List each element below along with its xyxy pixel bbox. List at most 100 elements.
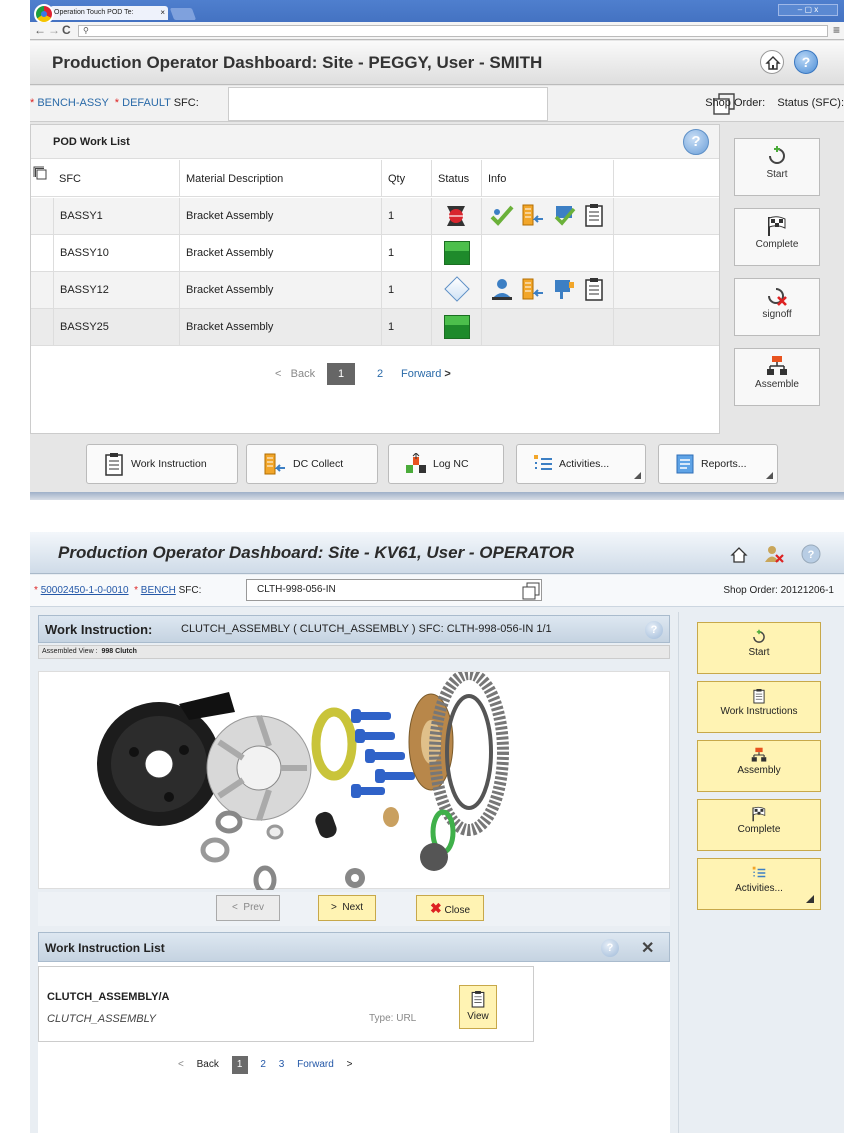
start-button[interactable]: Start	[697, 622, 821, 674]
pager-back-label: Back	[290, 368, 316, 380]
pager-page-2[interactable]: 2	[260, 1059, 266, 1070]
cell-material: Bracket Assembly	[179, 272, 381, 309]
chevron-right-icon: >	[444, 368, 451, 380]
table-header-row: SFC Material Description Qty Status Info	[31, 160, 719, 197]
pager-page-1[interactable]: 1	[327, 363, 355, 385]
close-icon[interactable]: ✕	[641, 938, 654, 958]
table-row[interactable]: BASSY12 Bracket Assembly 1	[31, 272, 719, 309]
assemble-button[interactable]: Assemble	[734, 348, 820, 406]
expand-icon[interactable]	[522, 582, 540, 600]
signoff-icon	[768, 288, 787, 306]
prev-label: Prev	[243, 902, 264, 913]
address-bar[interactable]: ⚲	[78, 25, 828, 37]
complete-label: Complete	[755, 239, 799, 250]
sfc-bar: * BENCH-ASSY * DEFAULT SFC: Shop Order: …	[30, 86, 844, 122]
tab-close-icon[interactable]: ×	[160, 6, 165, 20]
start-button[interactable]: Start	[734, 138, 820, 196]
column-header-qty[interactable]: Qty	[381, 160, 431, 197]
work-instruction-name: CLUTCH_ASSEMBLY/A	[47, 991, 170, 1003]
resource-link[interactable]: BENCH	[141, 585, 176, 596]
work-instruction-list-help-button[interactable]: ?	[601, 939, 619, 957]
activities-button[interactable]: Activities...	[516, 444, 646, 484]
work-instruction-description: CLUTCH_ASSEMBLY ( CLUTCH_ASSEMBLY ) SFC:…	[181, 623, 552, 635]
clipboard-icon	[585, 278, 603, 301]
operation-link[interactable]: BENCH-ASSY	[37, 97, 108, 109]
window-controls[interactable]: – ▢ x	[778, 4, 838, 16]
view-button[interactable]: View	[459, 985, 497, 1029]
list-item[interactable]: CLUTCH_ASSEMBLY/A CLUTCH_ASSEMBLY Type: …	[38, 966, 534, 1042]
complete-button[interactable]: Complete	[697, 799, 821, 851]
signoff-label: signoff	[762, 309, 792, 320]
cell-info	[481, 272, 613, 309]
pager-page-2[interactable]: 2	[377, 363, 383, 385]
logout-icon[interactable]	[764, 544, 785, 564]
browser-tab[interactable]: Operation Touch POD Te: ×	[50, 6, 168, 20]
checkered-flag-icon	[752, 806, 766, 822]
pager-page-1[interactable]: 1	[231, 1056, 248, 1074]
column-header-sfc[interactable]: SFC	[53, 160, 179, 197]
work-list-pager: < Back 1 2 Forward >	[31, 341, 719, 401]
reload-icon[interactable]: C	[62, 23, 71, 37]
start-label: Start	[748, 647, 770, 658]
dc-collect-icon	[264, 453, 285, 475]
cell-info	[481, 198, 613, 235]
pager-forward[interactable]: Forward >	[401, 363, 451, 385]
assembled-view-value: 998 Clutch	[101, 648, 137, 655]
select-all-icon[interactable]	[33, 166, 47, 180]
cell-sfc: BASSY10	[53, 235, 179, 272]
operation-link[interactable]: 50002450-1-0-0010	[41, 585, 129, 596]
column-header-info[interactable]: Info	[481, 160, 613, 197]
resource-link[interactable]: DEFAULT	[122, 97, 171, 109]
view-label: View	[467, 1011, 489, 1022]
help-button[interactable]: ?	[794, 50, 818, 74]
forward-arrow-icon[interactable]: →	[48, 23, 60, 37]
work-instructions-button[interactable]: Work Instructions	[697, 681, 821, 733]
table-row[interactable]: BASSY10 Bracket Assembly 1	[31, 235, 719, 272]
search-icon: ⚲	[83, 26, 89, 35]
complete-button[interactable]: Complete	[734, 208, 820, 266]
work-instructions-label: Work Instructions	[720, 706, 798, 717]
sfc-input[interactable]: CLTH-998-056-IN	[246, 579, 542, 601]
back-arrow-icon[interactable]: ←	[34, 23, 46, 37]
pager-back[interactable]: Back	[197, 1059, 219, 1070]
chevron-right-icon[interactable]: >	[347, 1059, 353, 1070]
log-nc-icon	[406, 452, 426, 474]
assembled-view-label: Assembled View :	[42, 648, 98, 655]
log-nc-button[interactable]: Log NC	[388, 444, 504, 484]
work-instruction-button[interactable]: Work Instruction	[86, 444, 238, 484]
home-button[interactable]	[760, 50, 784, 74]
help-icon[interactable]: ?	[801, 544, 821, 564]
home-icon[interactable]	[730, 546, 748, 564]
prev-button[interactable]: < Prev	[216, 895, 280, 921]
pager-forward[interactable]: Forward	[297, 1059, 334, 1070]
activities-label: Activities...	[735, 883, 783, 894]
pager-page-3[interactable]: 3	[279, 1059, 285, 1070]
menu-icon[interactable]: ≡	[833, 23, 840, 37]
work-list-help-button[interactable]: ?	[683, 129, 709, 155]
table-row[interactable]: BASSY1 Bracket Assembly 1	[31, 198, 719, 235]
chevron-left-icon[interactable]: <	[178, 1059, 184, 1070]
assembled-view-bar: Assembled View :998 Clutch	[38, 645, 670, 659]
pager-forward-label: Forward	[401, 368, 442, 380]
work-instruction-help-button[interactable]: ?	[645, 621, 663, 639]
dc-collect-button[interactable]: DC Collect	[246, 444, 378, 484]
work-instruction-label: Work Instruction	[131, 458, 207, 470]
reports-button[interactable]: Reports...	[658, 444, 778, 484]
image-navigation: < Prev > Next ✖ Close	[38, 892, 670, 926]
column-header-status[interactable]: Status	[431, 160, 481, 197]
pod-footer: Work Instruction DC Collect Log NC Activ…	[30, 436, 844, 492]
assembly-button[interactable]: Assembly	[697, 740, 821, 792]
close-button[interactable]: ✖ Close	[416, 895, 484, 921]
cell-status	[431, 272, 481, 309]
sfc-input[interactable]	[228, 87, 735, 121]
top-screenshot: Operation Touch POD Te: × – ▢ x ← → C ⚲ …	[30, 0, 844, 500]
pager-back[interactable]: < Back	[275, 363, 315, 385]
signoff-button[interactable]: signoff	[734, 278, 820, 336]
os-taskbar	[30, 492, 844, 500]
column-header-material[interactable]: Material Description	[179, 160, 381, 197]
close-x-icon: ✖	[429, 900, 442, 916]
new-tab-button[interactable]	[169, 8, 197, 20]
activities-button[interactable]: Activities...	[697, 858, 821, 910]
chevron-right-icon: >	[331, 902, 337, 913]
next-button[interactable]: > Next	[318, 895, 376, 921]
